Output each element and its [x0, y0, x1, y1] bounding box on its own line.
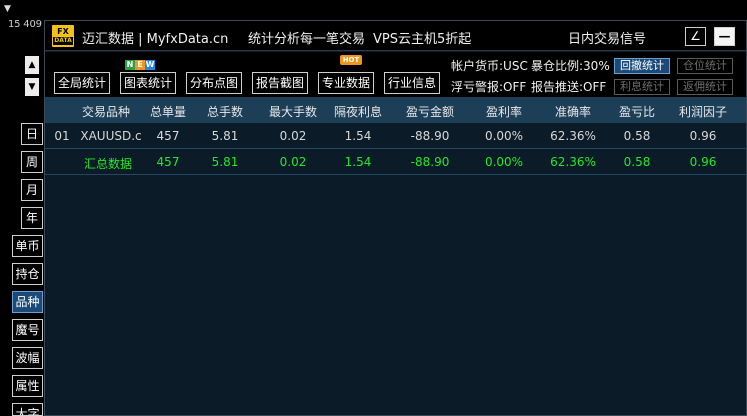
table-cell: 457	[156, 129, 180, 143]
vps-link[interactable]: VPS云主机5折起	[373, 28, 471, 47]
sidebar-item-single-currency[interactable]: 单币	[12, 235, 43, 257]
table-header: 交易品种 总单量 总手数 最大手数 隔夜利息 盈亏金额 盈利率 准确率 盈亏比 …	[45, 97, 746, 123]
intraday-signal-link[interactable]: 日内交易信号	[568, 28, 646, 47]
column-header[interactable]: 盈亏金额	[400, 103, 460, 120]
column-header[interactable]: 利润因子	[673, 103, 733, 120]
chart-toggle-button[interactable]: ∠	[685, 27, 706, 46]
position-stats-button[interactable]: 仓位统计	[677, 58, 733, 74]
summary-cell: 0.00%	[484, 155, 524, 169]
report-screenshot-button[interactable]: 报告截图	[252, 72, 308, 94]
table-cell: 0.02	[279, 129, 307, 143]
table-cell: -88.90	[410, 129, 450, 143]
title-bar: FX DATA 迈汇数据 | MyfxData.cn 统计分析每一笔交易 VPS…	[45, 21, 746, 51]
summary-cell: 457	[156, 155, 180, 169]
brand-link[interactable]: 迈汇数据 | MyfxData.cn	[82, 28, 228, 47]
interest-stats-button[interactable]: 利息统计	[614, 79, 670, 95]
summary-cell: 62.36%	[550, 155, 596, 169]
sidebar-item-magic[interactable]: 魔号	[12, 319, 43, 341]
summary-cell: -88.90	[410, 155, 450, 169]
table-cell: XAUUSD.c	[80, 129, 142, 143]
table-cell: 62.36%	[550, 129, 596, 143]
report-push[interactable]: 报告推送:OFF	[531, 78, 606, 95]
sidebar-item-volatility[interactable]: 波幅	[12, 347, 43, 369]
hot-badge: HOT	[340, 55, 362, 65]
toolbar: N E W HOT 全局统计 图表统计 分布点图 报告截图 专业数据 行业信息 …	[45, 52, 746, 97]
global-stats-button[interactable]: 全局统计	[54, 72, 110, 94]
column-header[interactable]: 交易品种	[81, 103, 131, 120]
table-cell: 0.00%	[484, 129, 524, 143]
column-header[interactable]: 盈利率	[479, 103, 529, 120]
column-header[interactable]: 隔夜利息	[328, 103, 388, 120]
exposure-ratio: 暴仓比例:30%	[531, 59, 610, 73]
slogan-link[interactable]: 统计分析每一笔交易	[248, 28, 365, 47]
new-badge-w: W	[145, 60, 155, 70]
sidebar-item-day[interactable]: 日	[21, 123, 43, 145]
summary-cell: 0.96	[689, 155, 717, 169]
menu-arrow-icon[interactable]: ▼	[4, 4, 11, 14]
column-header[interactable]: 准确率	[548, 103, 598, 120]
summary-cell: 5.81	[211, 155, 239, 169]
summary-cell: 1.54	[344, 155, 372, 169]
app-window: FX DATA 迈汇数据 | MyfxData.cn 统计分析每一笔交易 VPS…	[44, 20, 747, 416]
sidebar-item-week[interactable]: 周	[21, 151, 43, 173]
sidebar-item-attributes[interactable]: 属性	[12, 375, 43, 397]
column-header[interactable]: 最大手数	[263, 103, 323, 120]
sidebar-item-symbol[interactable]: 品种	[12, 291, 43, 313]
summary-cell: 0.58	[623, 155, 651, 169]
pro-data-button[interactable]: 专业数据	[318, 72, 374, 94]
new-badge-e: E	[135, 60, 145, 70]
rebate-stats-button[interactable]: 返佣统计	[677, 79, 733, 95]
table-cell: 0.58	[623, 129, 651, 143]
new-badge: N E W	[125, 60, 155, 70]
sidebar-item-month[interactable]: 月	[21, 179, 43, 201]
new-badge-n: N	[125, 60, 135, 70]
float-loss-alert[interactable]: 浮亏警报:OFF	[451, 78, 526, 95]
summary-cell: 汇总数据	[83, 157, 132, 171]
industry-info-button[interactable]: 行业信息	[384, 72, 440, 94]
table-row[interactable]: 01 XAUUSD.c 457 5.81 0.02 1.54 -88.90 0.…	[45, 123, 746, 149]
table-cell: 5.81	[211, 129, 239, 143]
logo: FX DATA	[52, 25, 74, 47]
chart-stats-button[interactable]: 图表统计	[120, 72, 176, 94]
row-index: 01	[54, 129, 70, 143]
distribution-chart-button[interactable]: 分布点图	[186, 72, 242, 94]
sidebar-item-year[interactable]: 年	[21, 207, 43, 229]
sidebar-item-positions[interactable]: 持仓	[12, 263, 43, 285]
drawdown-stats-button[interactable]: 回撤统计	[614, 58, 670, 74]
column-header[interactable]: 总单量	[143, 103, 193, 120]
sidebar-item-large-font[interactable]: 大字	[12, 403, 43, 416]
table-cell: 0.96	[689, 129, 717, 143]
table-cell: 1.54	[344, 129, 372, 143]
account-currency: 帐户货币:USC	[451, 59, 528, 73]
column-header[interactable]: 盈亏比	[612, 103, 662, 120]
scroll-up-button[interactable]: ▲	[25, 56, 39, 74]
minimize-button[interactable]: —	[714, 27, 735, 46]
summary-row[interactable]: 汇总数据 457 5.81 0.02 1.54 -88.90 0.00% 62.…	[45, 149, 746, 175]
column-header[interactable]: 总手数	[200, 103, 250, 120]
scroll-down-button[interactable]: ▼	[25, 78, 39, 96]
summary-cell: 0.02	[279, 155, 307, 169]
